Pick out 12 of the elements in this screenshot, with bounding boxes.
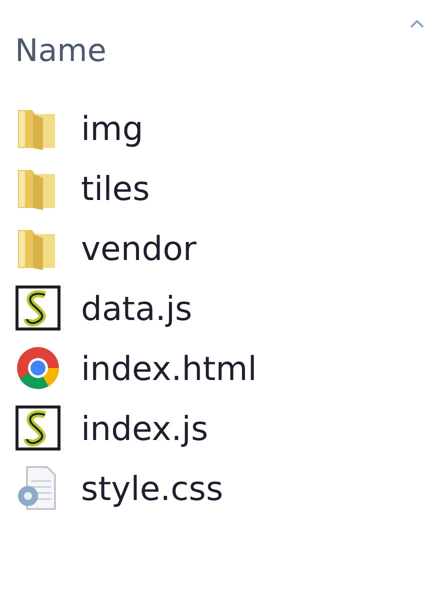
file-name[interactable]: vendor (81, 232, 196, 264)
file-name[interactable]: img (81, 112, 144, 144)
browser-icon (15, 345, 61, 391)
script-file-icon (15, 405, 61, 451)
file-name[interactable]: style.css (81, 472, 224, 504)
file-name[interactable]: index.js (81, 412, 208, 444)
file-name[interactable]: index.html (81, 352, 257, 384)
script-file-icon (15, 285, 61, 331)
file-name[interactable]: data.js (81, 292, 192, 324)
sort-up-icon[interactable] (410, 20, 424, 28)
file-name[interactable]: tiles (81, 172, 150, 204)
column-header[interactable]: Name (15, 36, 106, 67)
